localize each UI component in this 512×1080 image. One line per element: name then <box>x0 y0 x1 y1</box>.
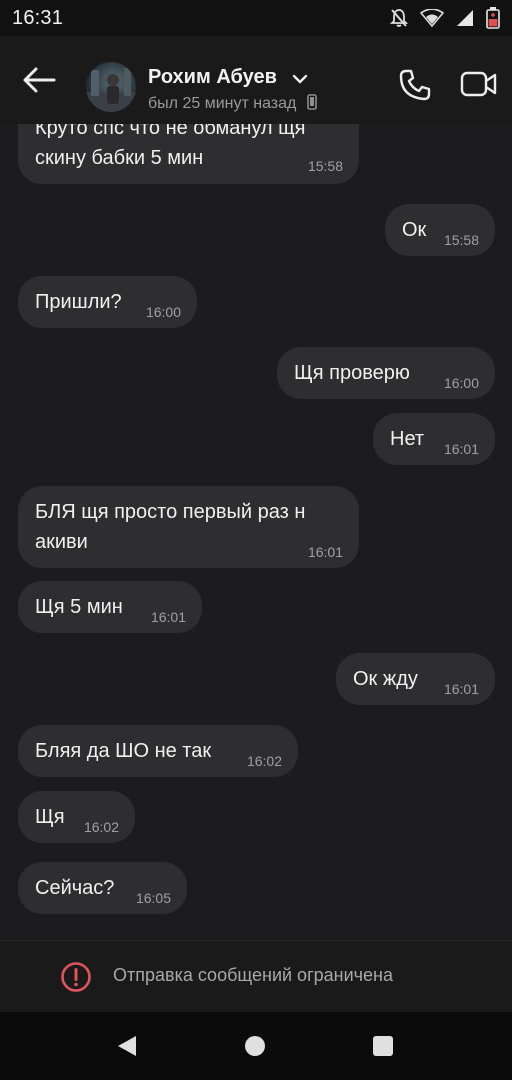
chat-header: Рохим Абуев был 25 минут назад <box>0 36 512 124</box>
message-time: 15:58 <box>443 232 479 248</box>
message-time: 16:01 <box>443 681 479 697</box>
message-time: 16:01 <box>443 441 479 457</box>
system-navigation-bar <box>0 1012 512 1080</box>
status-icons <box>390 7 500 29</box>
chevron-down-icon[interactable] <box>292 73 308 85</box>
message-bubble-incoming[interactable]: БЛЯ щя просто первый раз н акиви 16:01 <box>18 486 359 568</box>
message-bubble-outgoing[interactable]: Щя проверю 16:00 <box>277 347 495 399</box>
restriction-text: Отправка сообщений ограничена <box>113 965 393 985</box>
status-time: 16:31 <box>12 6 64 29</box>
signal-icon <box>457 10 473 26</box>
battery-icon <box>486 7 500 29</box>
message-bubble-incoming[interactable]: Пришли? 16:00 <box>18 276 197 328</box>
back-arrow-icon[interactable] <box>22 66 56 94</box>
nav-recents-icon[interactable] <box>373 1036 393 1056</box>
contact-name[interactable]: Рохим Абуев <box>148 66 277 89</box>
message-bubble-incoming[interactable]: Бляя да ШО не так 16:02 <box>18 725 298 777</box>
message-text: Щя <box>35 806 65 828</box>
avatar-image <box>86 68 136 112</box>
message-text: Сейчас? <box>35 877 115 899</box>
message-time: 16:00 <box>145 304 181 320</box>
nav-back-icon[interactable] <box>116 1034 138 1058</box>
last-seen-text: был 25 минут назад <box>148 95 297 112</box>
mobile-device-icon <box>307 94 317 110</box>
messaging-restricted-banner: Отправка сообщений ограничена <box>0 940 512 1013</box>
warning-circle-icon <box>61 962 91 992</box>
message-text: Пришли? <box>35 291 122 313</box>
message-time: 16:01 <box>307 544 343 560</box>
message-bubble-incoming[interactable]: Сейчас? 16:05 <box>18 862 187 914</box>
message-bubble-incoming[interactable]: Круто спс что не обманул щя скину бабки … <box>18 124 359 184</box>
message-text: Круто спс что не обманул щя скину бабки … <box>35 124 306 169</box>
message-text: Щя проверю <box>294 362 410 384</box>
message-time: 16:05 <box>135 890 171 906</box>
last-seen-status: был 25 минут назад <box>148 94 317 113</box>
notifications-off-icon <box>390 9 408 27</box>
message-bubble-outgoing[interactable]: Ок 15:58 <box>385 204 495 256</box>
message-bubble-outgoing[interactable]: Ок жду 16:01 <box>336 653 495 705</box>
phone-call-icon[interactable] <box>398 68 432 102</box>
message-text: Ок жду <box>353 668 418 690</box>
avatar[interactable] <box>86 62 136 112</box>
wifi-icon <box>420 9 444 27</box>
video-call-icon[interactable] <box>460 70 498 98</box>
message-time: 16:01 <box>150 609 186 625</box>
message-text: Нет <box>390 428 425 450</box>
message-time: 16:02 <box>246 753 282 769</box>
message-time: 16:00 <box>443 375 479 391</box>
message-time: 16:02 <box>83 819 119 835</box>
message-bubble-incoming[interactable]: Щя 16:02 <box>18 791 135 843</box>
status-bar: 16:31 <box>0 0 512 36</box>
message-bubble-outgoing[interactable]: Нет 16:01 <box>373 413 495 465</box>
message-text: Бляя да ШО не так <box>35 740 212 762</box>
message-list[interactable]: Круто спс что не обманул щя скину бабки … <box>0 124 512 940</box>
message-text: Ок <box>402 219 427 241</box>
nav-home-icon[interactable] <box>245 1036 265 1056</box>
message-time: 15:58 <box>307 158 343 174</box>
message-text: Щя 5 мин <box>35 596 123 618</box>
message-text: БЛЯ щя просто первый раз н акиви <box>35 501 306 553</box>
message-bubble-incoming[interactable]: Щя 5 мин 16:01 <box>18 581 202 633</box>
